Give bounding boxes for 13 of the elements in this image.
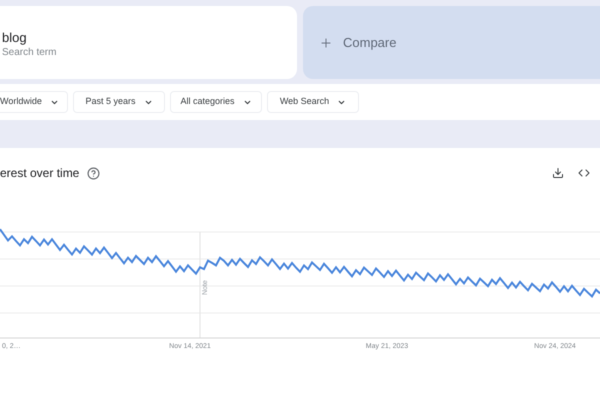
filter-dropdown[interactable]: Web Search <box>267 91 359 113</box>
embed-icon[interactable] <box>578 167 590 179</box>
plus-icon <box>319 36 333 50</box>
search-term-placeholder: Search term <box>2 46 58 60</box>
panel-title: erest over time <box>0 165 80 182</box>
help-icon[interactable] <box>87 166 100 180</box>
filter-dropdown[interactable]: Worldwide <box>0 91 68 113</box>
filter-dropdown[interactable]: Past 5 years <box>73 91 165 113</box>
filter-dropdown[interactable]: All categories <box>170 91 262 113</box>
download-icon[interactable] <box>552 167 564 179</box>
compare-button[interactable]: Compare <box>303 6 600 79</box>
search-term-value: blog <box>2 30 28 46</box>
search-term-card[interactable]: blog Search term <box>0 6 297 79</box>
